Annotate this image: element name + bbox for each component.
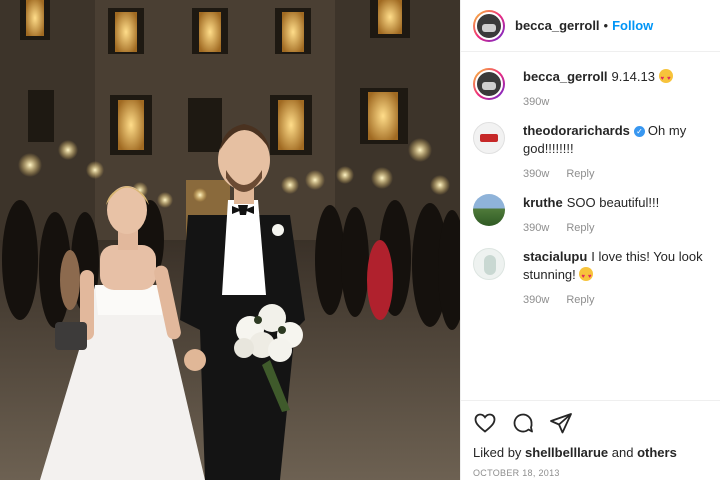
caption-username[interactable]: becca_gerroll bbox=[523, 69, 608, 84]
heart-icon[interactable] bbox=[473, 411, 497, 435]
caption-meta: 390w bbox=[523, 96, 708, 108]
comment-meta: 390w Reply bbox=[523, 294, 708, 306]
action-icons bbox=[473, 411, 709, 435]
likes-prefix: Liked by bbox=[473, 445, 522, 460]
caption-content: 9.14.13 bbox=[611, 69, 655, 84]
comment-text: kruthe SOO beautiful!!! bbox=[523, 194, 708, 212]
verified-badge-icon: ✓ bbox=[633, 126, 645, 137]
comment-body: theodorarichards ✓ Oh my god!!!!!!!! 390w … bbox=[523, 122, 708, 180]
post-date[interactable]: OCTOBER 18, 2013 bbox=[473, 468, 709, 478]
comment-username[interactable]: theodorarichards bbox=[523, 123, 630, 138]
wedding-photo-illustration bbox=[0, 0, 460, 480]
comment-age[interactable]: 390w bbox=[523, 294, 549, 306]
comment-meta: 390w Reply bbox=[523, 222, 708, 234]
comment-username[interactable]: kruthe bbox=[523, 195, 563, 210]
caption-age[interactable]: 390w bbox=[523, 96, 549, 108]
post-actions: Liked by shellbelllarue and others OCTOB… bbox=[461, 400, 720, 480]
post-photo[interactable] bbox=[0, 0, 460, 480]
likes-others-link[interactable]: others bbox=[637, 445, 677, 460]
comment-age[interactable]: 390w bbox=[523, 168, 549, 180]
comment-username[interactable]: stacialupu bbox=[523, 249, 587, 264]
avatar[interactable] bbox=[473, 122, 505, 154]
avatar[interactable] bbox=[473, 194, 505, 226]
likes-user-link[interactable]: shellbelllarue bbox=[525, 445, 608, 460]
caption-item: becca_gerroll9.14.13 390w bbox=[473, 68, 708, 108]
avatar-image bbox=[475, 11, 503, 40]
comment-meta: 390w Reply bbox=[523, 168, 708, 180]
header-separator: • bbox=[603, 18, 609, 33]
comment-content: SOO beautiful!!! bbox=[566, 195, 660, 210]
caption-avatar-image bbox=[475, 70, 503, 98]
likes-and: and bbox=[611, 445, 634, 460]
avatar[interactable] bbox=[473, 9, 505, 42]
comment-age[interactable]: 390w bbox=[523, 222, 549, 234]
comment-body: stacialupu I love this! You look stunning… bbox=[523, 248, 708, 306]
comment-icon[interactable] bbox=[511, 411, 535, 435]
follow-button[interactable]: Follow bbox=[612, 18, 653, 33]
post-author-username[interactable]: becca_gerroll bbox=[515, 18, 600, 33]
comment-item: kruthe SOO beautiful!!! 390w Reply bbox=[473, 194, 708, 234]
comment-item: stacialupu I love this! You look stunning… bbox=[473, 248, 708, 306]
avatar-image bbox=[484, 255, 496, 275]
reply-button[interactable]: Reply bbox=[566, 222, 594, 234]
share-icon[interactable] bbox=[549, 411, 573, 435]
caption-body: becca_gerroll9.14.13 390w bbox=[523, 68, 708, 108]
reply-button[interactable]: Reply bbox=[566, 168, 594, 180]
post-side-panel: becca_gerroll • Follow becca_gerroll 9.14… bbox=[460, 0, 720, 480]
avatar-image bbox=[480, 134, 498, 142]
heart-eyes-emoji-icon bbox=[579, 267, 594, 286]
comment-text: stacialupu I love this! You look stunning… bbox=[523, 248, 708, 286]
comments-list: becca_gerroll9.14.13 390w theodorarichar… bbox=[461, 52, 720, 402]
comment-text: theodorarichards ✓ Oh my god!!!!!!!! bbox=[523, 122, 708, 158]
comment-body: kruthe SOO beautiful!!! 390w Reply bbox=[523, 194, 708, 234]
avatar[interactable] bbox=[473, 248, 505, 280]
caption-avatar[interactable] bbox=[473, 68, 505, 100]
likes-summary: Liked by shellbelllarue and others bbox=[473, 445, 709, 460]
heart-eyes-emoji-icon bbox=[658, 69, 673, 88]
caption-text: becca_gerroll 9.14.13 bbox=[523, 68, 708, 88]
post-header: becca_gerroll • Follow bbox=[461, 0, 720, 52]
comment-item: theodorarichards ✓ Oh my god!!!!!!!! 390w … bbox=[473, 122, 708, 180]
reply-button[interactable]: Reply bbox=[566, 294, 594, 306]
